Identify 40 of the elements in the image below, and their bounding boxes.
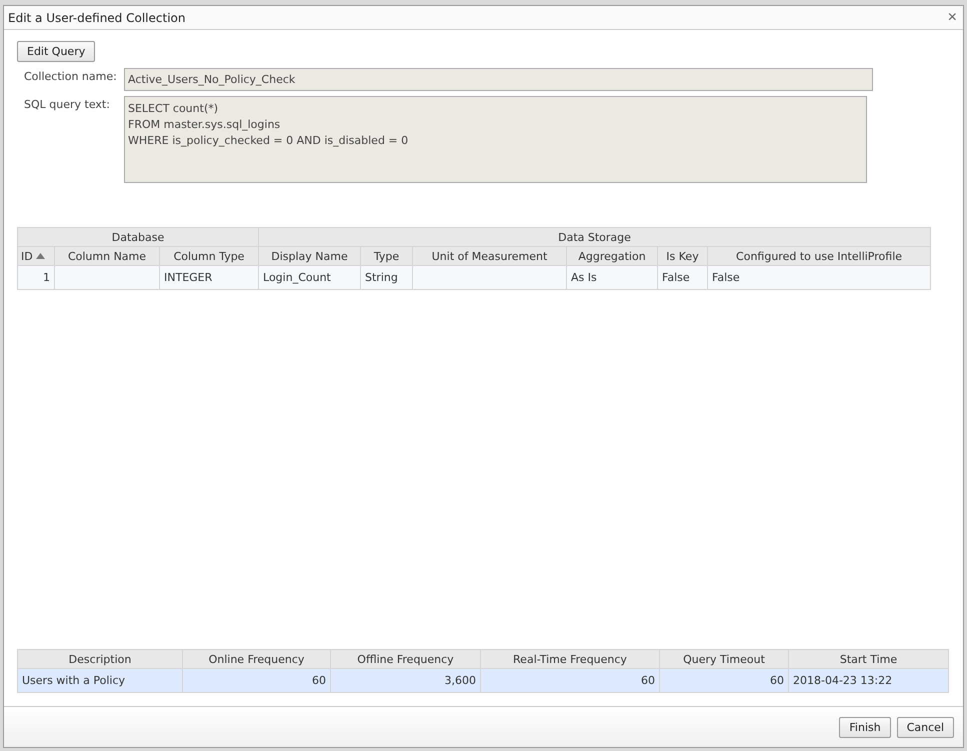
column-header[interactable]: Column Type bbox=[160, 246, 259, 266]
table-cell: 60 bbox=[480, 668, 660, 692]
window-title: Edit a User-defined Collection bbox=[8, 10, 186, 24]
table-cell: 2018-04-23 13:22 bbox=[788, 668, 948, 692]
column-header[interactable]: Unit of Measurement bbox=[412, 246, 567, 266]
column-group-header: Database bbox=[18, 228, 259, 246]
edit-query-button[interactable]: Edit Query bbox=[17, 41, 96, 62]
column-header[interactable]: Query Timeout bbox=[660, 650, 788, 668]
sql-query-field[interactable]: SELECT count(*) FROM master.sys.sql_logins WHERE is_policy_checked = 0 AND is_disabled = 0 bbox=[124, 96, 867, 183]
dialog-button[interactable]: Finish bbox=[839, 716, 891, 738]
table-cell: String bbox=[360, 266, 413, 290]
table-cell: 1 bbox=[18, 266, 54, 290]
column-header[interactable]: Column Name bbox=[54, 246, 160, 266]
column-header[interactable]: ID bbox=[18, 246, 54, 266]
column-header[interactable]: Start Time bbox=[788, 650, 948, 668]
table-cell: 3,600 bbox=[330, 668, 480, 692]
column-header[interactable]: Display Name bbox=[258, 246, 361, 266]
column-header[interactable]: Aggregation bbox=[566, 246, 658, 266]
table-cell: 60 bbox=[660, 668, 788, 692]
field-label: SQL query text: bbox=[24, 97, 111, 113]
sort-ascending-icon bbox=[36, 253, 45, 260]
table-cell: False bbox=[658, 266, 708, 290]
column-header[interactable]: Offline Frequency bbox=[330, 650, 480, 668]
table-cell: False bbox=[708, 266, 931, 290]
field-label: Collection name: bbox=[24, 69, 118, 85]
column-header[interactable]: Online Frequency bbox=[182, 650, 330, 668]
table-cell: 60 bbox=[182, 668, 330, 692]
column-header[interactable]: Configured to use IntelliProfile bbox=[708, 246, 931, 266]
close-button[interactable]: × bbox=[946, 10, 959, 26]
column-header[interactable]: Type bbox=[360, 246, 413, 266]
dialog-button[interactable]: Cancel bbox=[896, 716, 954, 738]
table-cell: INTEGER bbox=[160, 266, 259, 290]
table-cell: Login_Count bbox=[258, 266, 361, 290]
column-group-header: Data Storage bbox=[258, 228, 931, 246]
table-cell: Users with a Policy bbox=[18, 668, 182, 692]
column-header[interactable]: Description bbox=[18, 650, 182, 668]
table-cell: As Is bbox=[566, 266, 658, 290]
collection-name-field[interactable]: Active_Users_No_Policy_Check bbox=[124, 68, 873, 91]
column-header[interactable]: Real-Time Frequency bbox=[480, 650, 660, 668]
column-header[interactable]: Is Key bbox=[658, 246, 708, 266]
